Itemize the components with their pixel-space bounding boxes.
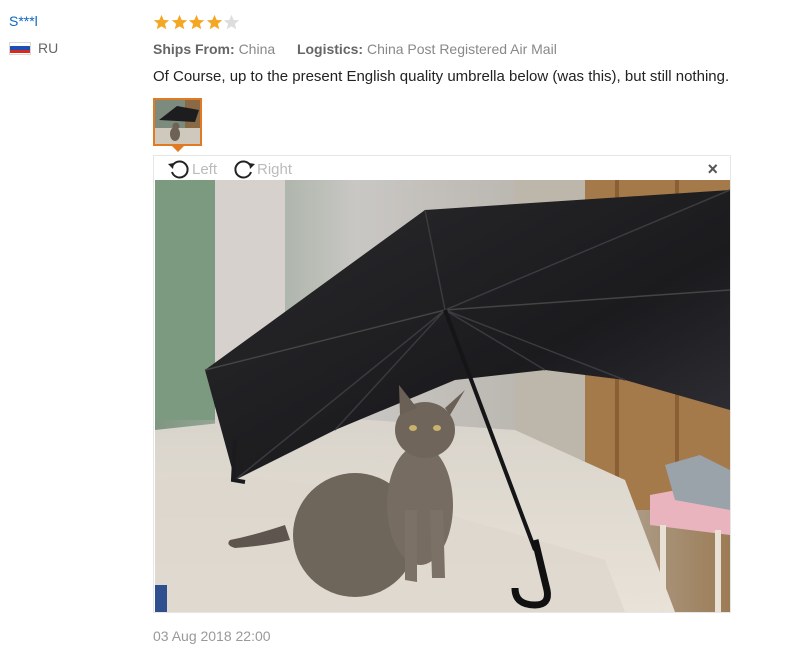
star-filled-icon [171, 14, 187, 29]
review-comment: Of Course, up to the present English qua… [153, 68, 730, 85]
ships-from-value: China [238, 41, 276, 57]
review-date: 03 Aug 2018 22:00 [153, 628, 271, 644]
country-code: RU [38, 40, 59, 56]
star-empty-icon [223, 14, 240, 29]
ships-from-label: Ships From: [153, 41, 235, 57]
logistics-label: Logistics: [296, 41, 364, 57]
rotate-right-label: Right [257, 160, 293, 178]
reviewer-info: S***l RU [9, 12, 139, 56]
rotate-left-label: Left [192, 160, 218, 178]
close-icon[interactable]: × [707, 160, 718, 178]
review-photo [155, 180, 730, 612]
review-body: Ships From: China Logistics: China Post … [153, 12, 773, 86]
reviewer-name[interactable]: S***l [9, 12, 139, 30]
viewer-toolbar: Left Right × [154, 156, 730, 180]
star-filled-icon [206, 14, 222, 29]
logistics-value: China Post Registered Air Mail [366, 41, 557, 57]
rotate-right-icon [234, 160, 255, 179]
rotate-left-icon [168, 160, 189, 179]
russia-flag-icon [9, 41, 31, 55]
thumbnail-pointer [172, 146, 184, 152]
star-rating [153, 12, 773, 32]
star-filled-icon [188, 14, 205, 29]
shipping-info: Ships From: China Logistics: China Post … [153, 40, 773, 58]
rotate-right-button[interactable]: Right [231, 157, 292, 181]
star-filled-icon [153, 14, 170, 29]
review-photo-thumbnail[interactable] [153, 98, 202, 146]
photo-viewer: Left Right × [153, 155, 731, 613]
rotate-left-button[interactable]: Left [166, 157, 217, 181]
reviewer-country: RU [9, 40, 139, 56]
